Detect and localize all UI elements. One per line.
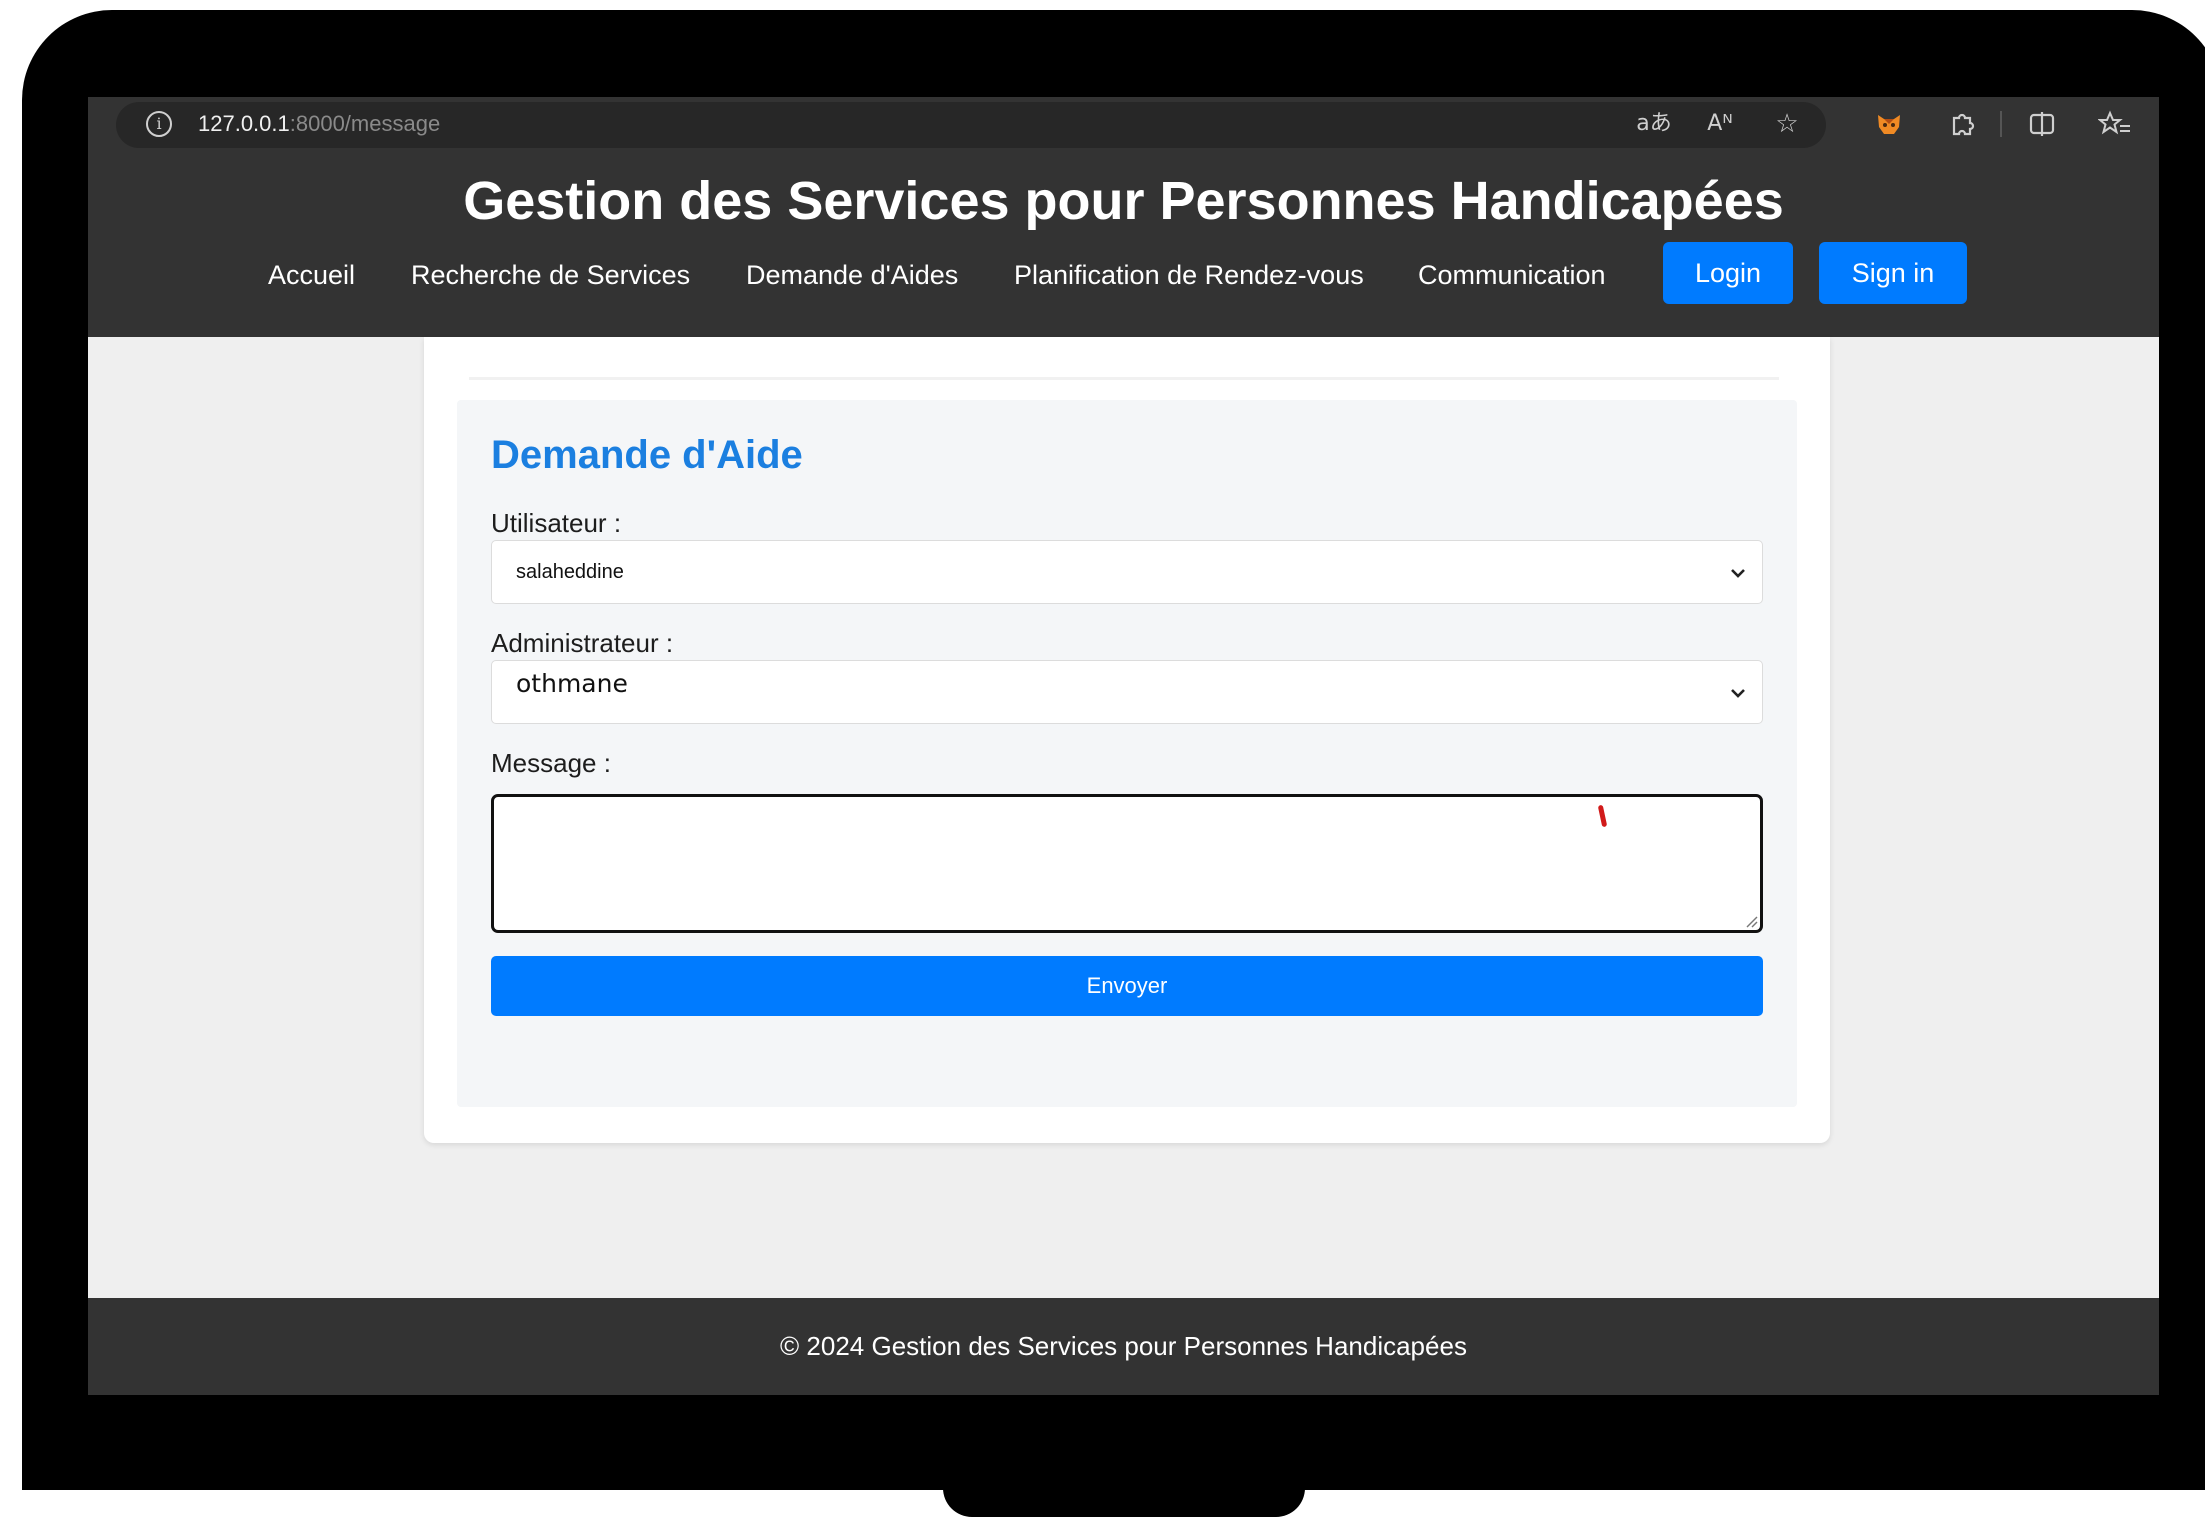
- user-label: Utilisateur :: [491, 508, 622, 538]
- nav-link-accueil[interactable]: Accueil: [268, 251, 355, 299]
- message-textarea[interactable]: [491, 794, 1763, 933]
- card-divider: [469, 377, 1779, 380]
- user-select-value: salaheddine: [516, 561, 624, 583]
- admin-label: Administrateur :: [491, 628, 674, 658]
- url-host: 127.0.0.1: [198, 111, 290, 136]
- chevron-down-icon: [1731, 569, 1745, 578]
- site-title: Gestion des Services pour Personnes Hand…: [463, 171, 1784, 231]
- login-button[interactable]: Login: [1663, 242, 1793, 304]
- star-icon[interactable]: ☆: [1768, 107, 1806, 141]
- browser-window: i 127.0.0.1:8000/message aあ Aᴺ ☆ Gestion…: [88, 97, 2159, 1395]
- url-path: :8000/message: [289, 111, 441, 136]
- toolbar-separator: [2000, 111, 2002, 137]
- read-aloud-icon[interactable]: Aᴺ: [1700, 107, 1740, 141]
- send-button[interactable]: Envoyer: [491, 956, 1763, 1016]
- nav-link-planification-rendez-vous[interactable]: Planification de Rendez-vous: [1014, 251, 1364, 299]
- footer-copyright: © 2024 Gestion des Services pour Personn…: [780, 1331, 1467, 1361]
- message-label: Message :: [491, 748, 611, 778]
- translate-icon[interactable]: aあ: [1634, 107, 1674, 141]
- help-request-form: Demande d'Aide Utilisateur : salaheddine…: [457, 400, 1797, 1107]
- nav-link-communication[interactable]: Communication: [1418, 251, 1606, 299]
- favorites-list-icon[interactable]: [2098, 107, 2132, 141]
- info-icon[interactable]: i: [146, 111, 172, 137]
- puzzle-icon[interactable]: [1946, 107, 1978, 141]
- form-title: Demande d'Aide: [491, 433, 803, 477]
- nav-link-recherche-services[interactable]: Recherche de Services: [411, 251, 690, 299]
- resize-handle-icon[interactable]: [1744, 914, 1758, 928]
- nav-link-demande-aides[interactable]: Demande d'Aides: [746, 251, 958, 299]
- browser-toolbar: i 127.0.0.1:8000/message aあ Aᴺ ☆: [88, 97, 2159, 151]
- site-footer: © 2024 Gestion des Services pour Personn…: [88, 1298, 2159, 1395]
- admin-select[interactable]: othmane: [491, 660, 1763, 724]
- content-card: Demande d'Aide Utilisateur : salaheddine…: [424, 337, 1830, 1143]
- laptop-stand: [943, 1488, 1305, 1517]
- chevron-down-icon: [1731, 689, 1745, 698]
- admin-select-value: othmane: [516, 669, 628, 698]
- split-screen-icon[interactable]: [2026, 107, 2058, 141]
- url-text[interactable]: 127.0.0.1:8000/message: [198, 111, 440, 137]
- sign-in-button[interactable]: Sign in: [1819, 242, 1967, 304]
- fox-extension-icon[interactable]: [1872, 107, 1906, 141]
- site-header: Gestion des Services pour Personnes Hand…: [88, 151, 2159, 337]
- user-select[interactable]: salaheddine: [491, 540, 1763, 604]
